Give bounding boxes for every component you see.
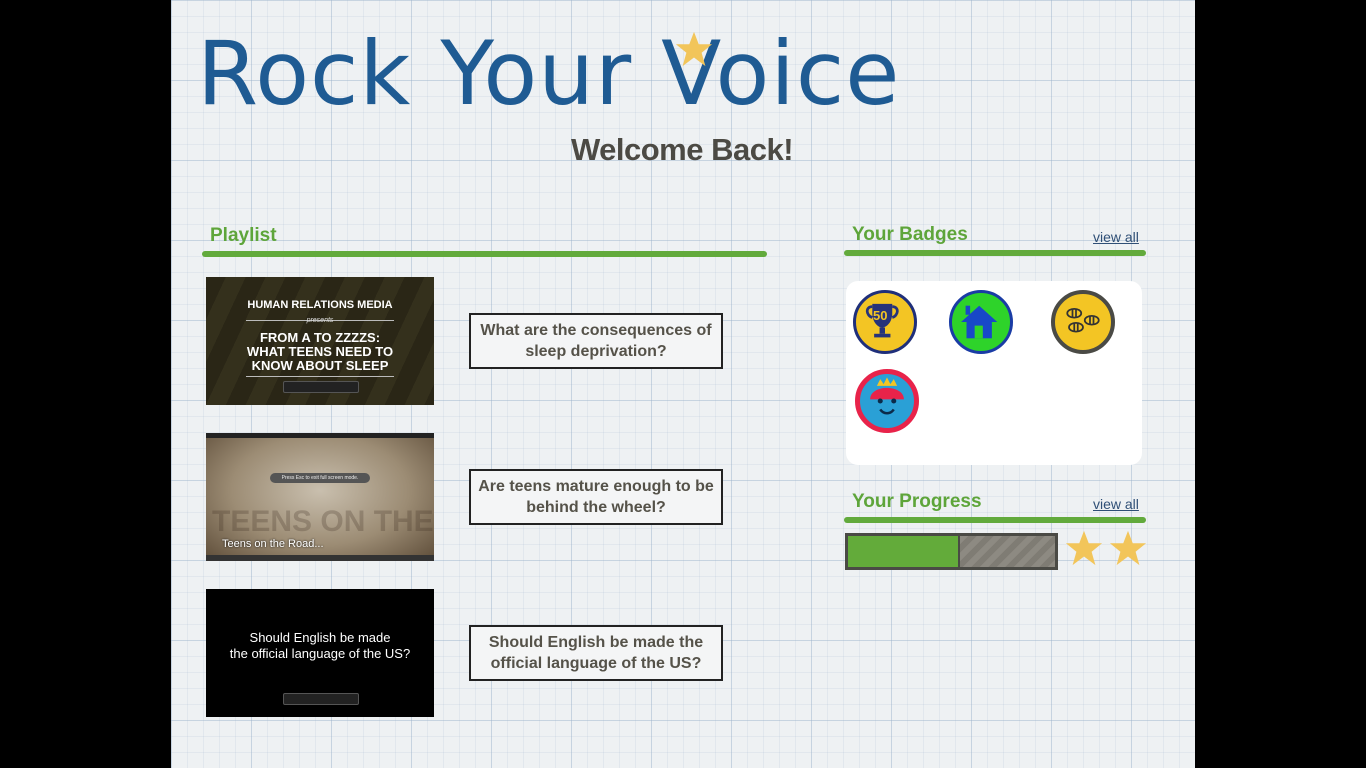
thumb-title-line2: WHAT TEENS NEED TO: [246, 344, 394, 359]
thumb-publisher: HUMAN RELATIONS MEDIA: [247, 299, 393, 311]
thumb-presents: presents: [306, 317, 334, 324]
question-driving[interactable]: Are teens mature enough to be behind the…: [469, 469, 723, 525]
thumb-title-line1: FROM A TO ZZZZS:: [259, 330, 381, 345]
bee-icon: [1066, 308, 1100, 333]
logo-star-icon: [675, 31, 713, 67]
welcome-heading: Welcome Back!: [570, 132, 794, 167]
progress-bar-remaining: [960, 536, 1055, 567]
thumb-text-line1: Should English be made: [249, 630, 391, 645]
playlist-divider: [202, 251, 767, 257]
fullscreen-hint: Press Esc to exit full screen mode.: [270, 473, 370, 483]
house-icon: [961, 305, 998, 339]
app-page: Rock Your Voice Welcome Back! Playlist H…: [171, 0, 1195, 768]
thumb-caption: Teens on the Road...: [222, 538, 324, 550]
video-controls[interactable]: [283, 693, 359, 705]
video-thumbnail-english[interactable]: Should English be made the official lang…: [206, 589, 434, 717]
app-logo: Rock Your Voice: [197, 22, 901, 125]
question-sleep[interactable]: What are the consequences of sleep depri…: [469, 313, 723, 369]
king-face-icon: [870, 377, 904, 415]
thumb-bg-title: TEENS ON THE ROAD: [212, 505, 434, 538]
progress-title: Your Progress: [852, 491, 982, 512]
house-badge-icon[interactable]: [949, 290, 1013, 354]
progress-bar-fill: [848, 536, 958, 567]
thumb-text-line2: the official language of the US?: [229, 646, 411, 661]
video-controls[interactable]: [283, 381, 359, 393]
progress-star-icon: [1065, 530, 1103, 566]
badges-title: Your Badges: [852, 224, 968, 245]
thumb-rule: [246, 376, 394, 377]
bees-badge-icon[interactable]: [1051, 290, 1115, 354]
progress-bar: [845, 533, 1058, 570]
trophy-badge-label: 50: [873, 308, 888, 323]
progress-star-icon: [1109, 530, 1147, 566]
king-face-badge-icon[interactable]: [855, 369, 919, 433]
progress-view-all-link[interactable]: view all: [1093, 496, 1139, 512]
question-english[interactable]: Should English be made the official lang…: [469, 625, 723, 681]
badges-view-all-link[interactable]: view all: [1093, 229, 1139, 245]
thumb-title-line3: KNOW ABOUT SLEEP: [251, 358, 389, 373]
player-titlebar: [206, 433, 434, 438]
video-thumbnail-teens-road[interactable]: Press Esc to exit full screen mode. TEEN…: [206, 433, 434, 561]
player-controlbar[interactable]: [206, 555, 434, 561]
playlist-title: Playlist: [210, 225, 277, 246]
trophy-50-badge-icon[interactable]: 50: [853, 290, 917, 354]
video-thumbnail-sleep[interactable]: HUMAN RELATIONS MEDIA presents FROM A TO…: [206, 277, 434, 405]
progress-divider: [844, 517, 1146, 523]
badges-divider: [844, 250, 1146, 256]
